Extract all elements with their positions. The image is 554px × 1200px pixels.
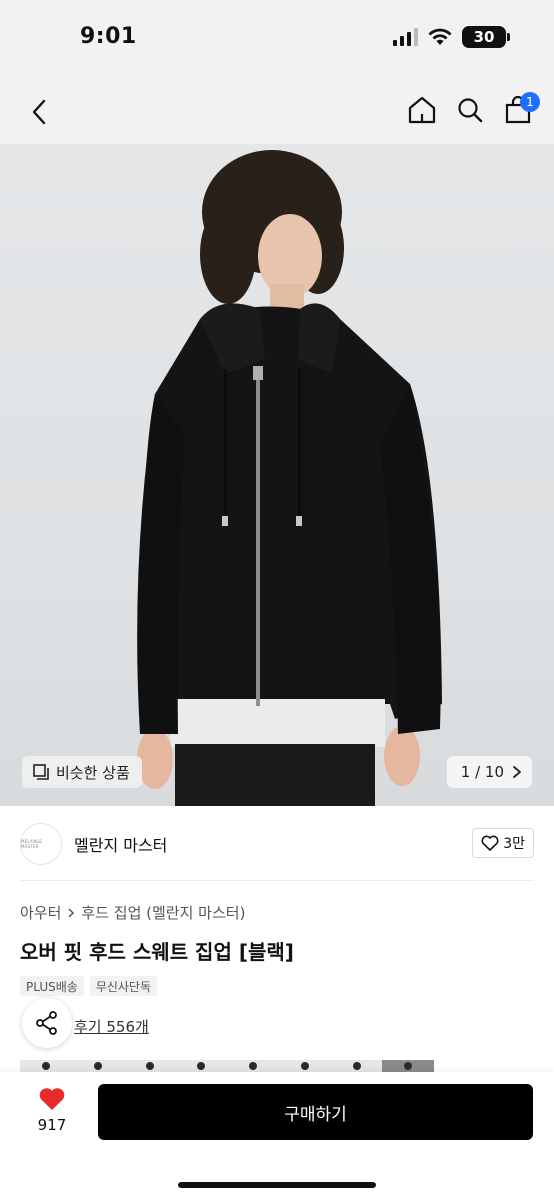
back-button[interactable] [22,94,58,130]
thumbnail[interactable] [227,1060,279,1072]
thumbnail[interactable] [330,1060,383,1072]
nav-actions: 1 [406,90,540,130]
thumbnail[interactable] [175,1060,227,1072]
brand-name[interactable]: 멜란지 마스터 [74,832,167,856]
thumbnail[interactable] [71,1060,124,1072]
favorite-button[interactable]: 917 [30,1086,74,1134]
brand-logo[interactable]: MELANGE MASTER [20,823,62,865]
search-button[interactable] [454,90,486,130]
product-image-carousel[interactable]: 비슷한 상품 1 / 10 [0,144,554,806]
brand-like-count: 3만 [503,836,525,852]
home-icon [408,96,436,124]
tag-plus-delivery: PLUS배송 [20,976,84,996]
reviews-link[interactable]: 후기 556개 [74,1016,149,1037]
status-bar: 9:01 30 [0,0,554,80]
heart-outline-icon [481,835,499,851]
search-icon [458,98,483,123]
brand-like-button[interactable]: 3만 [472,828,534,858]
image-counter: 1 / 10 [460,763,504,781]
product-title: 오버 핏 후드 스웨트 집업 [블랙] [20,940,294,964]
favorite-count: 917 [37,1116,67,1134]
status-icons: 30 [393,26,510,48]
thumbnail-strip [20,1060,434,1072]
brand-row: MELANGE MASTER 멜란지 마스터 3만 [20,818,534,870]
home-button[interactable] [406,90,438,130]
thumbnail[interactable] [20,1060,72,1072]
wifi-icon [428,28,452,45]
similar-icon [33,764,49,780]
chevron-right-icon [513,766,521,778]
cart-count-badge: 1 [520,92,540,112]
thumbnail[interactable] [278,1060,331,1072]
divider [20,880,534,881]
product-tags: PLUS배송 무신사단독 [20,976,158,996]
bottom-action-bar: 917 구매하기 [0,1072,554,1200]
breadcrumb-subcategory[interactable]: 후드 집업 (멜란지 마스터) [81,902,245,923]
buy-button[interactable]: 구매하기 [98,1084,533,1140]
breadcrumb: 아우터 후드 집업 (멜란지 마스터) [20,902,245,923]
status-time: 9:01 [80,24,137,49]
share-icon [36,1011,57,1035]
chevron-left-icon [32,99,46,125]
signal-icon [393,28,418,46]
cart-button[interactable]: 1 [502,90,540,130]
heart-filled-icon [39,1088,65,1110]
tag-exclusive: 무신사단독 [89,976,158,996]
nav-bar: 1 [0,80,554,144]
image-counter-button[interactable]: 1 / 10 [446,756,532,788]
chevron-right-icon [68,907,75,918]
thumbnail[interactable] [123,1060,176,1072]
home-indicator [178,1182,376,1188]
breadcrumb-category[interactable]: 아우터 [20,902,61,923]
thumbnail[interactable] [382,1060,434,1072]
product-photo [137,150,442,806]
brand-logo-text: MELANGE MASTER [21,839,43,849]
similar-products-label: 비슷한 상품 [56,763,130,782]
battery-indicator: 30 [462,26,510,48]
similar-products-button[interactable]: 비슷한 상품 [22,756,142,788]
share-button[interactable] [22,998,72,1048]
